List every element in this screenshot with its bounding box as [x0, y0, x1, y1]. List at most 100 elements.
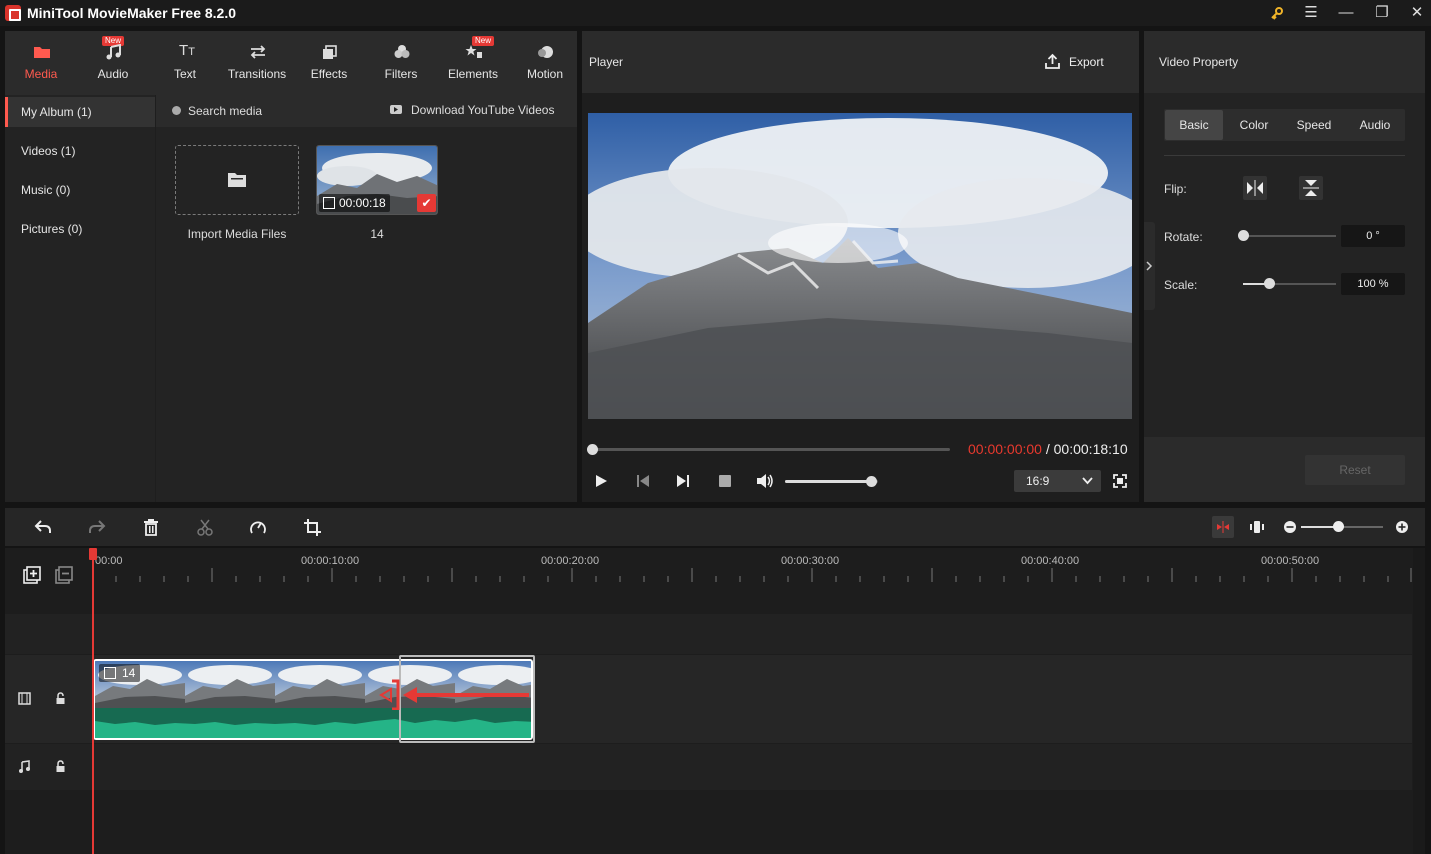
- crop-icon[interactable]: [304, 519, 321, 536]
- empty-track: [5, 614, 1412, 654]
- current-time: 00:00:00:00: [968, 441, 1042, 457]
- next-frame-icon[interactable]: [676, 474, 690, 488]
- lock-icon[interactable]: [55, 692, 66, 705]
- tab-speed[interactable]: Speed: [1285, 110, 1343, 140]
- flip-horizontal-icon: [1247, 180, 1263, 196]
- text-icon: TT: [179, 42, 195, 59]
- title-bar: MiniTool MovieMaker Free 8.2.0 ☰ — ❐ ✕: [0, 0, 1431, 26]
- tab-text[interactable]: TT Text: [150, 31, 220, 95]
- video-preview: [588, 113, 1132, 419]
- sidebar-item-my-album[interactable]: My Album (1): [5, 97, 155, 127]
- scale-slider[interactable]: [1243, 278, 1336, 289]
- reset-button[interactable]: Reset: [1305, 455, 1405, 485]
- volume-slider-handle[interactable]: [866, 476, 877, 487]
- timeline-zoom-slider[interactable]: [1301, 521, 1383, 532]
- zoom-out-icon[interactable]: [1283, 520, 1297, 534]
- rotate-slider-handle[interactable]: [1238, 230, 1249, 241]
- tab-audio[interactable]: Audio: [1345, 110, 1405, 140]
- sidebar-item-music[interactable]: Music (0): [5, 175, 155, 205]
- search-media-input[interactable]: Search media: [188, 104, 262, 118]
- timeline-scrollbar[interactable]: [1413, 548, 1425, 854]
- lock-icon[interactable]: [55, 760, 66, 773]
- stop-icon[interactable]: [719, 475, 731, 487]
- app-window: MiniTool MovieMaker Free 8.2.0 ☰ — ❐ ✕ M…: [0, 0, 1431, 854]
- time-separator: /: [1041, 441, 1054, 457]
- aspect-ratio-select[interactable]: 16:9: [1014, 470, 1101, 492]
- import-media-button[interactable]: [175, 145, 299, 215]
- clip-duration-badge: 00:00:18: [319, 194, 390, 212]
- elements-icon: [465, 45, 482, 58]
- fullscreen-icon[interactable]: [1113, 474, 1127, 488]
- snap-toggle-button[interactable]: [1212, 516, 1234, 538]
- previous-frame-icon[interactable]: [636, 474, 650, 488]
- rotate-value-field[interactable]: 0 °: [1341, 225, 1405, 247]
- player-title: Player: [589, 55, 624, 69]
- add-track-icon[interactable]: [23, 566, 41, 584]
- close-icon[interactable]: ✕: [1406, 3, 1428, 23]
- playback-time: 00:00:00:00 / 00:00:18:10: [968, 441, 1128, 457]
- playhead[interactable]: [92, 550, 94, 854]
- tab-filters-label: Filters: [384, 67, 418, 81]
- volume-slider[interactable]: [785, 476, 878, 487]
- tab-filters[interactable]: Filters: [366, 31, 436, 95]
- download-youtube-button[interactable]: Download YouTube Videos: [411, 103, 554, 117]
- volume-slider-fill: [785, 480, 871, 483]
- tab-motion[interactable]: Motion: [510, 31, 580, 95]
- fit-timeline-icon[interactable]: [1249, 519, 1265, 535]
- music-track-icon: [19, 760, 30, 773]
- playhead-handle[interactable]: [89, 548, 97, 560]
- menu-icon[interactable]: ☰: [1300, 3, 1322, 23]
- export-button[interactable]: Export: [1042, 51, 1122, 73]
- timeline-ruler[interactable]: 00:00 00:00:10:00 00:00:20:00 00:00:30:0…: [92, 548, 1412, 588]
- minimize-icon[interactable]: —: [1335, 3, 1357, 23]
- key-icon[interactable]: [1266, 3, 1288, 23]
- tab-motion-label: Motion: [526, 67, 564, 81]
- export-icon: [1045, 53, 1060, 69]
- rotate-slider[interactable]: [1238, 230, 1336, 241]
- undo-icon[interactable]: [34, 519, 52, 535]
- trim-drag-arrow-icon: [379, 679, 529, 710]
- tab-basic[interactable]: Basic: [1165, 110, 1223, 140]
- chevron-down-icon: [1082, 477, 1093, 485]
- maximize-icon[interactable]: ❐: [1371, 3, 1393, 23]
- tab-media[interactable]: Media: [6, 31, 76, 95]
- split-icon[interactable]: [197, 519, 213, 536]
- zoom-in-icon[interactable]: [1395, 520, 1409, 534]
- volume-icon[interactable]: [756, 473, 774, 489]
- scale-value-field[interactable]: 100 %: [1341, 273, 1405, 295]
- music-icon: [106, 44, 121, 60]
- redo-icon[interactable]: [88, 519, 106, 535]
- flip-horizontal-button[interactable]: [1243, 176, 1267, 200]
- clip-added-check-icon: ✔: [417, 194, 436, 212]
- media-clip-name: 14: [370, 227, 384, 241]
- sidebar-item-videos[interactable]: Videos (1): [5, 136, 155, 166]
- scale-label: Scale:: [1164, 278, 1198, 292]
- clip-title-badge: 14: [99, 664, 141, 682]
- tab-color[interactable]: Color: [1225, 110, 1283, 140]
- tab-elements[interactable]: New Elements: [438, 31, 508, 95]
- sidebar-item-pictures[interactable]: Pictures (0): [5, 214, 155, 244]
- scale-slider-handle[interactable]: [1264, 278, 1275, 289]
- tab-transitions[interactable]: Transitions: [222, 31, 292, 95]
- timeline: 00:00 00:00:10:00 00:00:20:00 00:00:30:0…: [5, 548, 1425, 854]
- panel-collapse-handle[interactable]: [1144, 222, 1155, 310]
- remove-track-icon[interactable]: [55, 566, 73, 584]
- property-title: Video Property: [1159, 55, 1239, 69]
- audio-track: [5, 744, 1412, 790]
- film-icon: [323, 197, 335, 209]
- tab-effects[interactable]: Effects: [294, 31, 364, 95]
- flip-vertical-button[interactable]: [1299, 176, 1323, 200]
- folder-icon: [34, 47, 50, 58]
- media-panel: Media New Audio TT Text Transitions Effe…: [5, 31, 577, 502]
- tab-audio[interactable]: New Audio: [78, 31, 148, 95]
- timeline-zoom-handle[interactable]: [1333, 521, 1344, 532]
- playback-progress-handle[interactable]: [587, 444, 598, 455]
- playback-progress-bar[interactable]: [587, 444, 950, 455]
- play-icon[interactable]: [594, 474, 608, 488]
- speed-icon[interactable]: [249, 519, 267, 536]
- import-media-label: Import Media Files: [187, 227, 287, 241]
- player-panel: Player Export 00:00:00:00 / 00:00:18:10 …: [582, 31, 1139, 502]
- delete-icon[interactable]: [143, 519, 159, 536]
- clip-title: 14: [122, 666, 136, 680]
- media-clip-thumbnail[interactable]: 00:00:18 ✔: [316, 145, 438, 215]
